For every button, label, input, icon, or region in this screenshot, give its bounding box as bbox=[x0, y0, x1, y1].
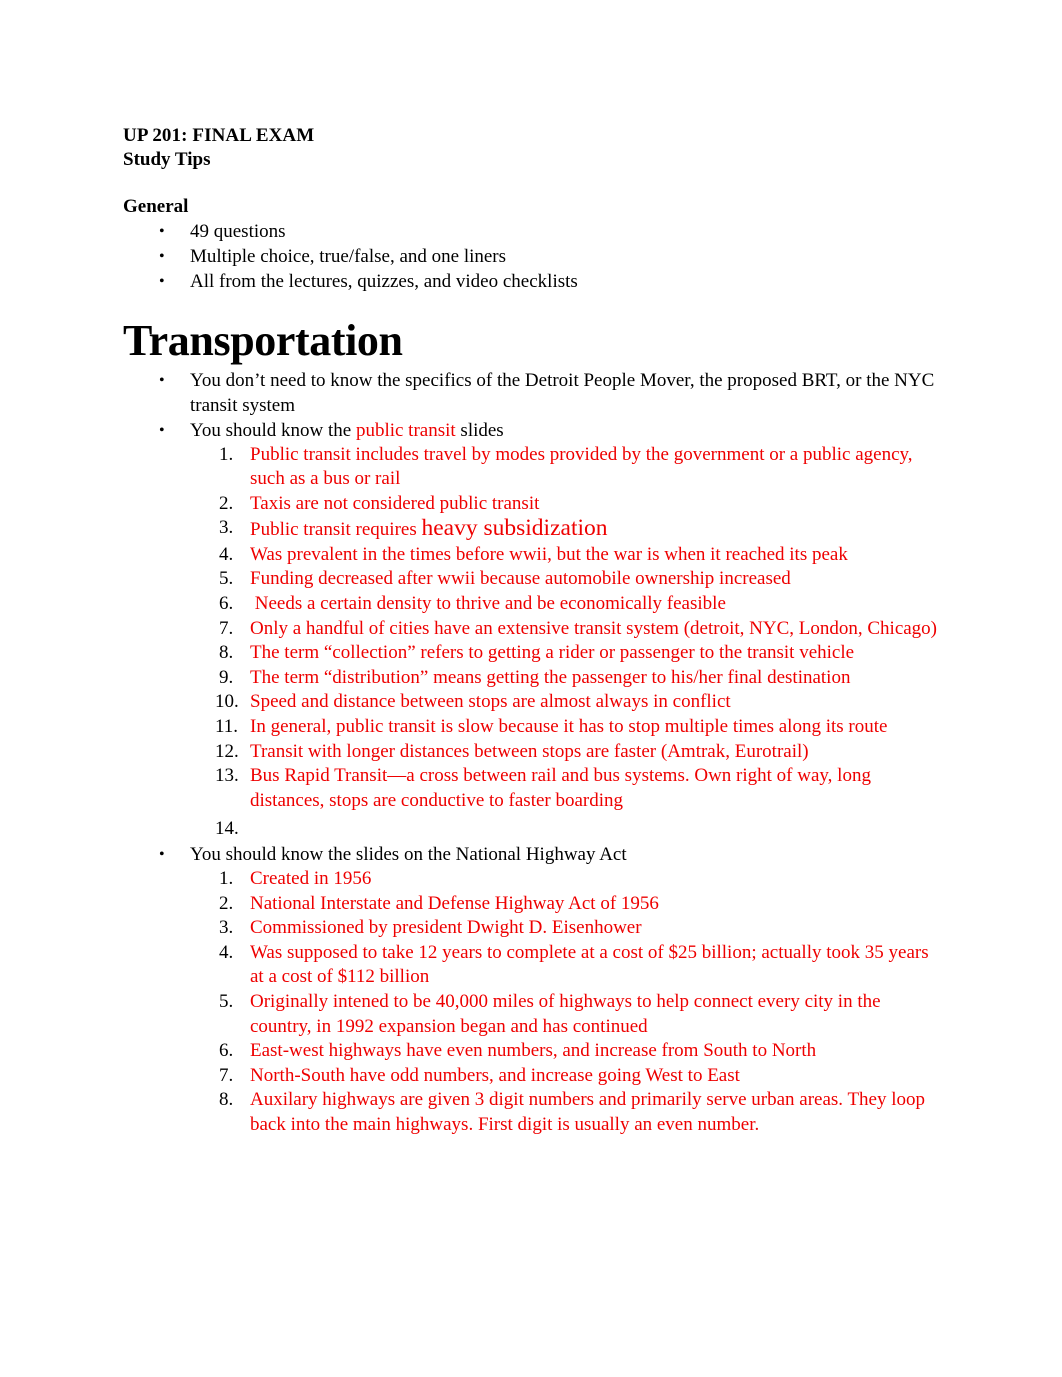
list-item-label-after: slides bbox=[455, 419, 504, 441]
item-number: 10. bbox=[215, 691, 239, 713]
numbered-item: 2. Taxis are not considered public trans… bbox=[123, 492, 941, 517]
list-item: • All from the lectures, quizzes, and vi… bbox=[123, 269, 941, 294]
document-body: UP 201: FINAL EXAM Study Tips General • … bbox=[123, 124, 941, 1138]
document-page: UP 201: FINAL EXAM Study Tips General • … bbox=[0, 0, 1062, 1377]
list-item: • You should know the public transit sli… bbox=[123, 418, 941, 443]
numbered-item: 7. Only a handful of cities have an exte… bbox=[123, 617, 941, 642]
document-title: UP 201: FINAL EXAM bbox=[123, 125, 315, 146]
numbered-item-label: The term “distribution” means getting th… bbox=[250, 666, 851, 688]
list-item-label: All from the lectures, quizzes, and vide… bbox=[190, 270, 578, 292]
list-item-label: 49 questions bbox=[190, 220, 286, 242]
numbered-item-label: Funding decreased after wwii because aut… bbox=[250, 568, 791, 590]
item-number: 7. bbox=[219, 617, 234, 639]
numbered-item-label: Created in 1956 bbox=[250, 868, 372, 889]
item-number: 4. bbox=[219, 941, 234, 963]
item-number: 1. bbox=[219, 868, 234, 889]
highway-act-bullet-list: • You should know the slides on the Nati… bbox=[123, 842, 941, 867]
numbered-item-label: Bus Rapid Transit—a cross between rail a… bbox=[250, 765, 871, 811]
numbered-item-label-emphasis: heavy subsidization bbox=[421, 515, 608, 542]
transportation-bullet-list: • You don’t need to know the specifics o… bbox=[123, 368, 941, 443]
numbered-item-label: Was prevalent in the times before wwii, … bbox=[250, 543, 848, 565]
numbered-item: 1. Public transit includes travel by mod… bbox=[123, 443, 941, 492]
numbered-item-empty: 14. bbox=[123, 817, 941, 842]
item-number: 11. bbox=[215, 716, 239, 738]
numbered-item: 5. Originally intened to be 40,000 miles… bbox=[123, 990, 941, 1039]
item-number: 5. bbox=[219, 990, 234, 1012]
item-number: 7. bbox=[219, 1064, 234, 1086]
numbered-item: 4. Was prevalent in the times before wwi… bbox=[123, 543, 941, 568]
numbered-item-label: Originally intened to be 40,000 miles of… bbox=[250, 990, 881, 1037]
list-item-label: You don’t need to know the specifics of … bbox=[190, 369, 935, 416]
numbered-item: 3. Public transit requires heavy subsidi… bbox=[123, 516, 941, 543]
numbered-item-label: Was supposed to take 12 years to complet… bbox=[250, 941, 929, 988]
list-item-label: Multiple choice, true/false, and one lin… bbox=[190, 245, 507, 267]
bullet-icon: • bbox=[159, 272, 165, 290]
document-subtitle: Study Tips bbox=[123, 148, 211, 170]
transportation-heading: Transportation bbox=[123, 315, 403, 365]
numbered-item-label: Commissioned by president Dwight D. Eise… bbox=[250, 917, 642, 939]
item-number: 13. bbox=[215, 765, 239, 787]
item-number: 3. bbox=[219, 917, 234, 939]
numbered-item: 10. Speed and distance between stops are… bbox=[123, 690, 941, 715]
numbered-item: 3. Commissioned by president Dwight D. E… bbox=[123, 916, 941, 941]
numbered-item: 9. The term “distribution” means getting… bbox=[123, 666, 941, 691]
numbered-item-label: Auxilary highways are given 3 digit numb… bbox=[250, 1089, 926, 1135]
numbered-item-label: Needs a certain density to thrive and be… bbox=[250, 593, 726, 615]
item-number: 5. bbox=[219, 568, 234, 590]
numbered-item-label-small: Public transit requires bbox=[250, 519, 422, 541]
item-number: 1. bbox=[219, 443, 234, 465]
list-item: • 49 questions bbox=[123, 219, 941, 244]
numbered-item: 8. The term “collection” refers to getti… bbox=[123, 641, 941, 666]
item-number: 14. bbox=[215, 818, 239, 840]
bullet-icon: • bbox=[159, 846, 165, 863]
numbered-item-label: Transit with longer distances between st… bbox=[250, 740, 809, 762]
bullet-icon: • bbox=[159, 222, 165, 240]
numbered-item: 13. Bus Rapid Transit—a cross between ra… bbox=[123, 764, 941, 813]
item-number: 4. bbox=[219, 543, 234, 565]
item-number: 2. bbox=[219, 492, 234, 514]
list-item: • You don’t need to know the specifics o… bbox=[123, 368, 941, 418]
bullet-icon: • bbox=[159, 371, 165, 389]
numbered-item: 2. National Interstate and Defense Highw… bbox=[123, 892, 941, 917]
item-number: 8. bbox=[219, 1089, 234, 1111]
numbered-item-label: Taxis are not considered public transit bbox=[250, 492, 540, 514]
item-number: 2. bbox=[219, 892, 234, 914]
list-item: • Multiple choice, true/false, and one l… bbox=[123, 244, 941, 269]
item-number: 12. bbox=[215, 740, 239, 762]
item-number: 9. bbox=[219, 666, 234, 688]
numbered-item-label: National Interstate and Defense Highway … bbox=[250, 892, 659, 914]
general-section-heading: General bbox=[123, 196, 189, 217]
numbered-item-label: The term “collection” refers to getting … bbox=[250, 642, 855, 664]
numbered-item: 6. Needs a certain density to thrive and… bbox=[123, 592, 941, 617]
numbered-item-label: Public transit includes travel by modes … bbox=[250, 443, 913, 490]
bullet-icon: • bbox=[159, 247, 165, 265]
public-transit-numbered-list: 1. Public transit includes travel by mod… bbox=[123, 443, 941, 843]
item-number: 6. bbox=[219, 1040, 234, 1062]
numbered-item: 1. Created in 1956 bbox=[123, 867, 941, 892]
general-bullet-list: • 49 questions • Multiple choice, true/f… bbox=[123, 219, 941, 294]
item-number: 3. bbox=[219, 517, 234, 539]
numbered-item-label: In general, public transit is slow becau… bbox=[250, 716, 888, 738]
numbered-item-label: Only a handful of cities have an extensi… bbox=[250, 617, 938, 639]
numbered-item: 4. Was supposed to take 12 years to comp… bbox=[123, 941, 941, 990]
list-item-label-before: You should know the bbox=[190, 419, 356, 441]
highlighted-phrase: public transit bbox=[355, 419, 456, 441]
numbered-item: 5. Funding decreased after wwii because … bbox=[123, 567, 941, 592]
bullet-icon: • bbox=[159, 421, 165, 439]
numbered-item-label: North-South have odd numbers, and increa… bbox=[250, 1064, 740, 1086]
numbered-item: 6. East-west highways have even numbers,… bbox=[123, 1039, 941, 1064]
numbered-item: 12. Transit with longer distances betwee… bbox=[123, 740, 941, 765]
item-number: 6. bbox=[219, 593, 234, 615]
numbered-item: 11. In general, public transit is slow b… bbox=[123, 715, 941, 740]
list-item-label: You should know the slides on the Nation… bbox=[190, 844, 627, 865]
list-item: • You should know the slides on the Nati… bbox=[123, 842, 941, 867]
item-number: 8. bbox=[219, 642, 234, 664]
highway-act-numbered-list: 1. Created in 1956 2. National Interstat… bbox=[123, 867, 941, 1138]
numbered-item-label: East-west highways have even numbers, an… bbox=[250, 1040, 817, 1062]
numbered-item-label: Speed and distance between stops are alm… bbox=[250, 691, 731, 713]
numbered-item: 8. Auxilary highways are given 3 digit n… bbox=[123, 1088, 941, 1137]
numbered-item: 7. North-South have odd numbers, and inc… bbox=[123, 1064, 941, 1089]
